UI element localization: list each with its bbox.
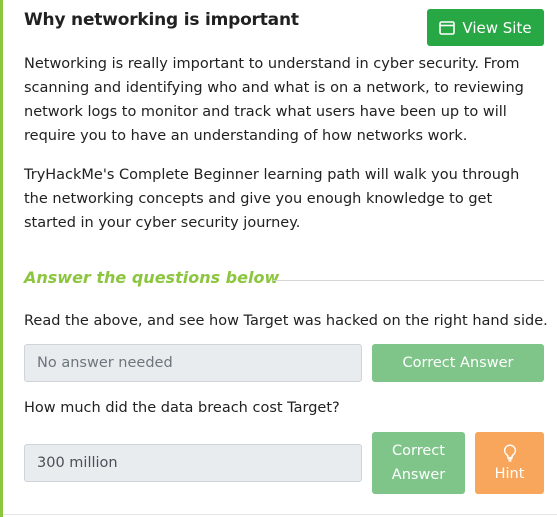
- view-site-label: View Site: [462, 18, 532, 37]
- correct-answer-label-line2: Answer: [391, 467, 446, 483]
- question-1-text: Read the above, and see how Target was h…: [24, 313, 548, 329]
- lightbulb-icon: [503, 444, 517, 462]
- question-1-correct-answer-button[interactable]: Correct Answer: [372, 344, 544, 382]
- hint-label: Hint: [494, 466, 525, 482]
- correct-answer-label-line1: Correct: [392, 443, 445, 459]
- card-bottom-divider: [3, 514, 557, 515]
- question-1-answer-field[interactable]: No answer needed: [24, 344, 362, 382]
- hint-button[interactable]: Hint: [475, 432, 544, 494]
- question-2-text: How much did the data breach cost Target…: [24, 400, 340, 416]
- learning-path-paragraph: TryHackMe's Complete Beginner learning p…: [24, 167, 520, 231]
- task-title: Why networking is important: [24, 10, 299, 30]
- heading-divider: [273, 280, 544, 281]
- questions-heading: Answer the questions below: [24, 268, 280, 287]
- intro-paragraph: Networking is really important to unders…: [24, 56, 524, 144]
- question-2-answer-field[interactable]: 300 million: [24, 444, 362, 482]
- window-icon: [439, 20, 456, 35]
- task-card: Why networking is important View Site Ne…: [0, 0, 557, 517]
- view-site-button[interactable]: View Site: [427, 9, 544, 46]
- question-2-correct-answer-button[interactable]: Correct Answer: [372, 432, 465, 494]
